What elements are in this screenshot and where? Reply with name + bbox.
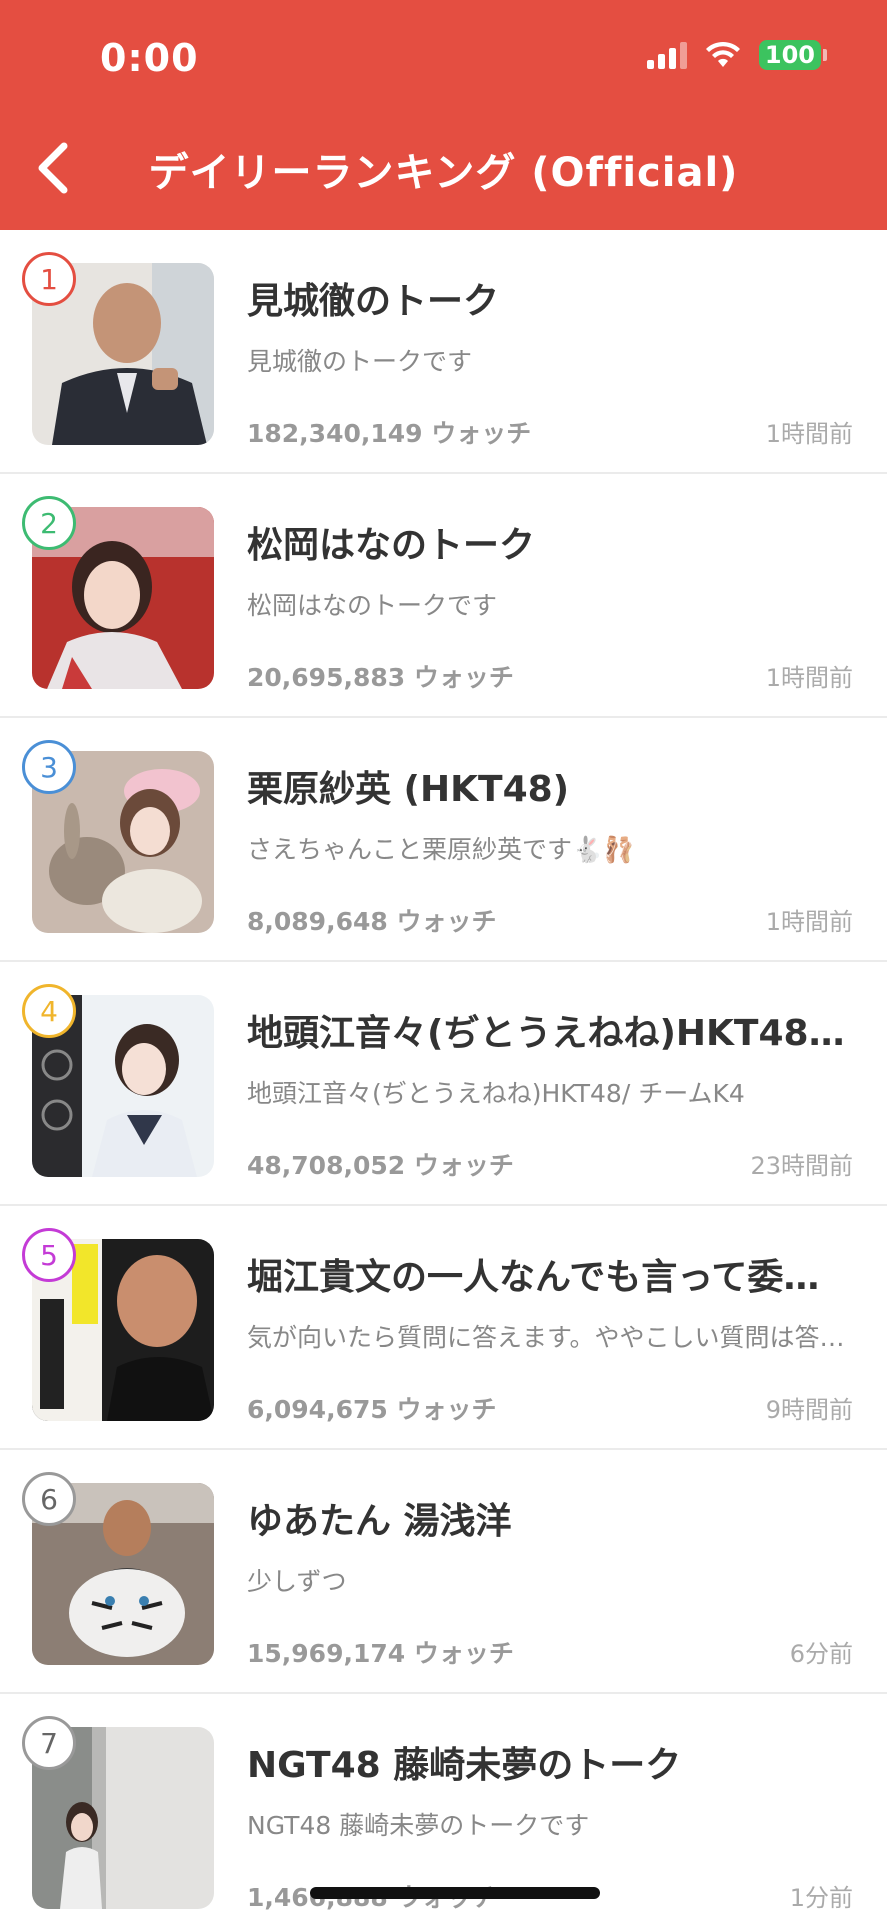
page-title: デイリーランキング (Official) bbox=[148, 150, 739, 196]
updated-time: 23時間前 bbox=[750, 1152, 853, 1180]
home-indicator[interactable] bbox=[310, 1887, 600, 1899]
watch-count: 15,969,174 ウォッチ bbox=[247, 1639, 514, 1668]
rank-badge: 6 bbox=[22, 1472, 76, 1526]
updated-time: 1時間前 bbox=[765, 420, 853, 448]
rank-badge: 7 bbox=[22, 1716, 76, 1770]
updated-time: 6分前 bbox=[789, 1640, 853, 1668]
updated-time: 1時間前 bbox=[765, 908, 853, 936]
ranking-item[interactable]: 6 ゆあたん 湯浅洋 少しずつ 15,969,174 ウォッチ 6分前 bbox=[0, 1450, 887, 1694]
talk-description: NGT48 藤崎未夢のトークです bbox=[247, 1811, 590, 1840]
rank-badge: 1 bbox=[22, 252, 76, 306]
battery-icon: 100 bbox=[758, 40, 827, 70]
watch-count: 20,695,883 ウォッチ bbox=[247, 663, 514, 692]
ranking-item[interactable]: 2 松岡はなのトーク 松岡はなのトークです 20,695,883 ウォッチ 1時… bbox=[0, 474, 887, 718]
talk-description: 松岡はなのトークです bbox=[247, 591, 498, 620]
battery-level: 100 bbox=[758, 40, 821, 70]
ranking-item[interactable]: 5 堀江貴文の一人なんでも言って委員会 気が向いたら質問に答えます。ややこしい質… bbox=[0, 1206, 887, 1450]
talk-description: 少しずつ bbox=[247, 1567, 347, 1596]
ranking-list: 1 見城徹のトーク 見城徹のトークです 182,340,149 ウォッチ 1時間… bbox=[0, 230, 887, 1920]
cellular-signal-icon bbox=[646, 41, 687, 69]
talk-description: 地頭江音々(ぢとうえねね)HKT48/ チームK4 bbox=[247, 1079, 745, 1108]
talk-name: ゆあたん 湯浅洋 bbox=[247, 1501, 512, 1542]
rank-badge: 3 bbox=[22, 740, 76, 794]
status-icons: 100 bbox=[646, 40, 827, 70]
talk-name: NGT48 藤崎未夢のトーク bbox=[247, 1745, 682, 1786]
talk-description: 見城徹のトークです bbox=[247, 347, 473, 376]
watch-count: 6,094,675 ウォッチ bbox=[247, 1395, 497, 1424]
watch-count: 182,340,149 ウォッチ bbox=[247, 419, 532, 448]
talk-name: 堀江貴文の一人なんでも言って委員会 bbox=[247, 1257, 847, 1298]
talk-name: 見城徹のトーク bbox=[247, 281, 500, 322]
updated-time: 1分前 bbox=[789, 1884, 853, 1912]
talk-name: 栗原紗英 (HKT48) bbox=[247, 769, 570, 810]
app-header: 0:00 100 デイリーランキング (Official) bbox=[0, 0, 887, 230]
talk-name: 松岡はなのトーク bbox=[247, 525, 536, 566]
rank-badge: 2 bbox=[22, 496, 76, 550]
updated-time: 9時間前 bbox=[765, 1396, 853, 1424]
rank-badge: 5 bbox=[22, 1228, 76, 1282]
wifi-icon bbox=[705, 41, 740, 67]
talk-description: 気が向いたら質問に答えます。ややこしい質問は答えません bbox=[247, 1323, 847, 1352]
status-time: 0:00 bbox=[100, 36, 199, 80]
ranking-item[interactable]: 3 栗原紗英 (HKT48) さえちゃんこと栗原紗英です🐇🩰 8,089,648… bbox=[0, 718, 887, 962]
ranking-item[interactable]: 1 見城徹のトーク 見城徹のトークです 182,340,149 ウォッチ 1時間… bbox=[0, 230, 887, 474]
talk-name: 地頭江音々(ぢとうえねね)HKT48/チームK4 bbox=[247, 1013, 847, 1054]
talk-description: さえちゃんこと栗原紗英です🐇🩰 bbox=[247, 835, 635, 864]
watch-count: 48,708,052 ウォッチ bbox=[247, 1151, 514, 1180]
ranking-item[interactable]: 4 地頭江音々(ぢとうえねね)HKT48/チームK4 地頭江音々(ぢとうえねね)… bbox=[0, 962, 887, 1206]
watch-count: 8,089,648 ウォッチ bbox=[247, 907, 497, 936]
updated-time: 1時間前 bbox=[765, 664, 853, 692]
rank-badge: 4 bbox=[22, 984, 76, 1038]
